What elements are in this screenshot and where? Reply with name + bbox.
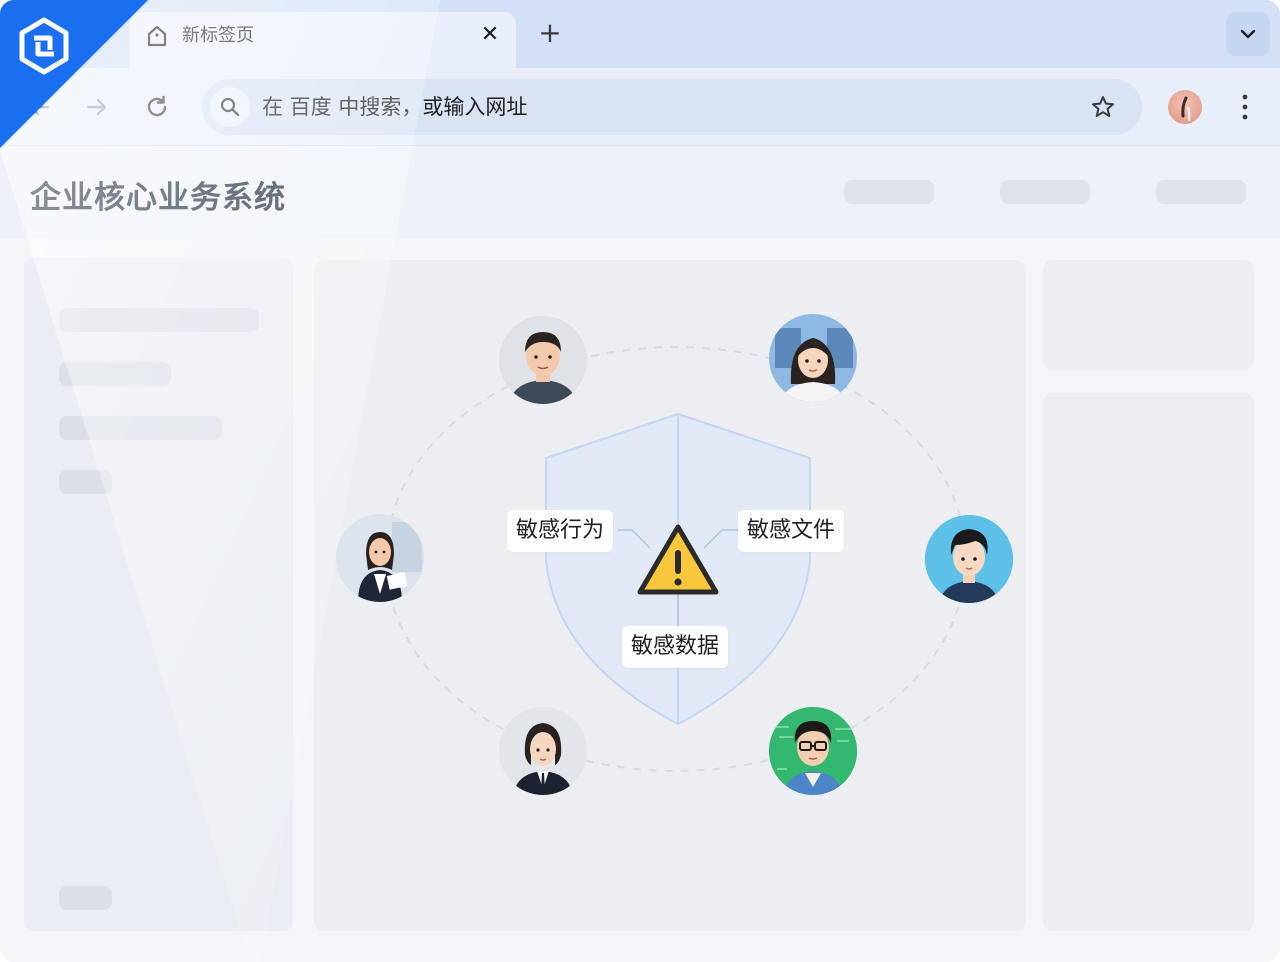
employee-avatar[interactable] <box>336 514 424 602</box>
employee-avatar[interactable] <box>769 707 857 795</box>
browser-window: 新标签页 ✕ + 在 百度 中搜索，或输入网址 企业核心业务系统 敏感行为 敏感… <box>0 0 1280 962</box>
young-man-avatar-icon <box>925 515 1013 603</box>
diagram-graphics <box>385 346 967 772</box>
employee-avatar[interactable] <box>499 707 587 795</box>
engineer-avatar-icon <box>769 707 857 795</box>
label-sensitive-behavior: 敏感行为 <box>507 510 614 552</box>
label-sensitive-data: 敏感数据 <box>622 626 729 668</box>
woman-avatar-icon <box>769 314 857 402</box>
man-avatar-icon <box>499 316 587 404</box>
brand-logo <box>0 0 148 148</box>
employee-avatar[interactable] <box>925 515 1013 603</box>
employee-avatar[interactable] <box>499 316 587 404</box>
employee-avatar[interactable] <box>769 314 857 402</box>
sensitive-data-diagram: 敏感行为 敏感文件 敏感数据 <box>0 0 1280 962</box>
businesswoman-avatar-icon <box>336 514 424 602</box>
professional-woman-avatar-icon <box>499 707 587 795</box>
label-sensitive-files: 敏感文件 <box>738 510 845 552</box>
